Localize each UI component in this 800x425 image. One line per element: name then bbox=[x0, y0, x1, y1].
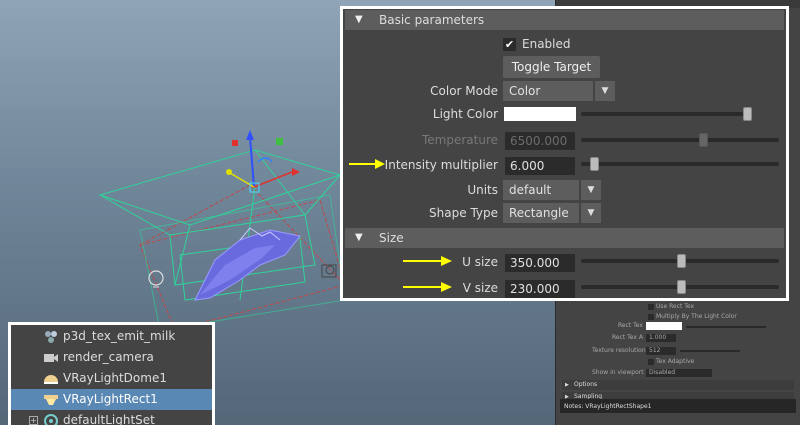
texture-resolution-label: Texture resolution bbox=[592, 347, 646, 354]
u-size-field[interactable]: 350.000 bbox=[505, 254, 575, 272]
multiply-light-color-label: Multiply By The Light Color bbox=[656, 313, 737, 320]
outliner-item-label: VRayLightRect1 bbox=[63, 392, 158, 406]
outliner-panel: p3d_tex_emit_milk render_camera VRayLigh… bbox=[8, 322, 215, 425]
outliner-item-selected[interactable]: VRayLightRect1 bbox=[11, 389, 212, 410]
collapse-triangle-icon: ▼ bbox=[355, 14, 363, 25]
v-size-slider-thumb[interactable] bbox=[677, 280, 686, 294]
outliner-item-label: VRayLightDome1 bbox=[63, 371, 167, 385]
basic-parameters-title: Basic parameters bbox=[379, 13, 485, 27]
intensity-annotation-arrow bbox=[349, 159, 385, 169]
size-title: Size bbox=[379, 231, 404, 245]
light-color-slider-track[interactable] bbox=[581, 112, 751, 116]
enabled-label: Enabled bbox=[522, 37, 571, 51]
use-rect-tex-label: Use Rect Tex bbox=[656, 303, 695, 310]
outliner-item-label: defaultLightSet bbox=[63, 413, 155, 425]
tex-adaptive-checkbox[interactable] bbox=[648, 359, 654, 365]
intensity-multiplier-field[interactable]: 6.000 bbox=[505, 157, 575, 175]
options-section[interactable]: Options bbox=[562, 380, 794, 390]
multiply-light-color-checkbox[interactable] bbox=[648, 314, 654, 320]
vray-light-attributes-panel: ▼ Basic parameters ✔ Enabled Toggle Targ… bbox=[340, 6, 789, 301]
temperature-slider-track bbox=[581, 138, 779, 142]
intensity-slider-track[interactable] bbox=[581, 162, 779, 166]
units-dropdown[interactable]: default bbox=[503, 180, 579, 200]
light-color-slider-thumb[interactable] bbox=[743, 107, 752, 121]
rect-light-icon bbox=[44, 395, 58, 405]
expand-plus-icon[interactable]: + bbox=[29, 416, 38, 425]
rect-tex-a-field[interactable]: 1.000 bbox=[646, 334, 676, 342]
rect-tex-swatch[interactable] bbox=[646, 322, 682, 330]
chevron-down-icon[interactable]: ▼ bbox=[581, 180, 601, 200]
texture-node-icon bbox=[45, 331, 57, 343]
temperature-slider-thumb bbox=[699, 133, 708, 147]
texture-resolution-field[interactable]: 512 bbox=[646, 347, 676, 355]
rect-tex-slider[interactable] bbox=[686, 326, 766, 328]
u-size-slider-thumb[interactable] bbox=[677, 254, 686, 268]
show-in-viewport-dropdown[interactable]: Disabled bbox=[646, 369, 712, 377]
toggle-target-button[interactable]: Toggle Target bbox=[503, 56, 600, 78]
outliner-item[interactable]: render_camera bbox=[11, 347, 212, 368]
intensity-slider-thumb[interactable] bbox=[590, 157, 599, 171]
light-color-swatch[interactable] bbox=[504, 107, 576, 121]
color-mode-dropdown[interactable]: Color bbox=[503, 81, 593, 101]
milk-splash-mesh[interactable] bbox=[194, 227, 301, 301]
chevron-down-icon[interactable]: ▼ bbox=[581, 203, 601, 223]
rect-light-wireframe bbox=[98, 149, 346, 331]
collapse-triangle-icon: ▼ bbox=[355, 232, 363, 243]
tex-adaptive-label: Tex Adaptive bbox=[656, 358, 695, 365]
light-color-label: Light Color bbox=[432, 107, 498, 121]
outliner-item-label: render_camera bbox=[63, 350, 154, 364]
shape-type-label: Shape Type bbox=[429, 206, 498, 220]
rect-tex-a-label: Rect Tex A bbox=[612, 334, 643, 341]
rect-tex-label: Rect Tex bbox=[618, 322, 643, 329]
chevron-down-icon[interactable]: ▼ bbox=[595, 81, 615, 101]
v-size-field[interactable]: 230.000 bbox=[505, 280, 575, 298]
enabled-checkbox[interactable]: ✔ bbox=[503, 38, 516, 51]
outliner-item[interactable]: + defaultLightSet bbox=[11, 410, 212, 425]
basic-parameters-header[interactable]: ▼ Basic parameters bbox=[345, 10, 784, 30]
texture-resolution-slider[interactable] bbox=[680, 350, 740, 352]
outliner-item[interactable]: VRayLightDome1 bbox=[11, 368, 212, 389]
show-in-viewport-label: Show in viewport bbox=[592, 369, 644, 376]
temperature-label: Temperature bbox=[421, 133, 498, 147]
shape-type-dropdown[interactable]: Rectangle bbox=[503, 203, 579, 223]
camera-gizmo-icon bbox=[321, 264, 337, 278]
camera-icon bbox=[44, 354, 58, 362]
use-rect-tex-checkbox[interactable] bbox=[648, 304, 654, 310]
v-size-annotation-arrow bbox=[403, 282, 452, 292]
outliner-item[interactable]: p3d_tex_emit_milk bbox=[11, 326, 212, 347]
temperature-field: 6500.000 bbox=[505, 132, 575, 150]
notes-field[interactable]: Notes: VRayLightRectShape1 bbox=[560, 399, 796, 413]
outliner-item-label: p3d_tex_emit_milk bbox=[63, 329, 176, 343]
dome-light-icon bbox=[44, 375, 58, 384]
u-size-annotation-arrow bbox=[403, 256, 452, 266]
light-set-icon bbox=[44, 414, 58, 425]
color-mode-label: Color Mode bbox=[430, 84, 498, 98]
size-header[interactable]: ▼ Size bbox=[345, 228, 784, 248]
units-label: Units bbox=[467, 183, 498, 197]
